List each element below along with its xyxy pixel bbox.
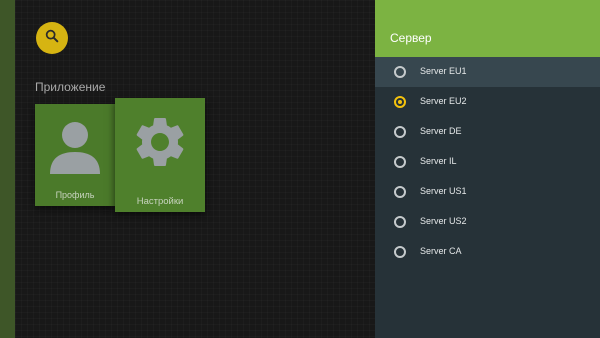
server-option-us1[interactable]: Server US1: [375, 177, 600, 207]
server-panel: Сервер Server EU1 Server EU2 Server DE S…: [375, 0, 600, 338]
radio-button[interactable]: [394, 216, 406, 228]
gear-icon: [115, 112, 205, 172]
radio-button[interactable]: [394, 126, 406, 138]
server-option-eu1[interactable]: Server EU1: [375, 57, 600, 87]
radio-button[interactable]: [394, 156, 406, 168]
server-option-eu2[interactable]: Server EU2: [375, 87, 600, 117]
server-option-il[interactable]: Server IL: [375, 147, 600, 177]
server-option-de[interactable]: Server DE: [375, 117, 600, 147]
server-option-label: Server US2: [420, 216, 467, 226]
search-button[interactable]: [36, 22, 68, 54]
server-option-label: Server US1: [420, 186, 467, 196]
server-option-us2[interactable]: Server US2: [375, 207, 600, 237]
panel-header: Сервер: [375, 0, 600, 57]
search-icon: [44, 28, 60, 49]
server-option-list: Server EU1 Server EU2 Server DE Server I…: [375, 57, 600, 267]
settings-tile-label: Настройки: [136, 196, 184, 207]
panel-title: Сервер: [390, 31, 432, 45]
radio-button[interactable]: [394, 246, 406, 258]
radio-button[interactable]: [394, 66, 406, 78]
profile-tile[interactable]: Профиль: [35, 104, 115, 206]
radio-button[interactable]: [394, 96, 406, 108]
settings-tile[interactable]: Настройки: [115, 98, 205, 212]
server-option-label: Server CA: [420, 246, 462, 256]
section-title: Приложение: [35, 80, 106, 94]
profile-tile-label: Профиль: [55, 190, 95, 200]
server-option-ca[interactable]: Server CA: [375, 237, 600, 267]
server-option-label: Server DE: [420, 126, 462, 136]
person-icon: [35, 118, 115, 176]
server-option-label: Server EU2: [420, 96, 467, 106]
radio-button[interactable]: [394, 186, 406, 198]
server-option-label: Server EU1: [420, 66, 467, 76]
main-area: Приложение Профиль Настройки: [15, 0, 375, 338]
server-option-label: Server IL: [420, 156, 457, 166]
left-edge-strip: [0, 0, 15, 338]
